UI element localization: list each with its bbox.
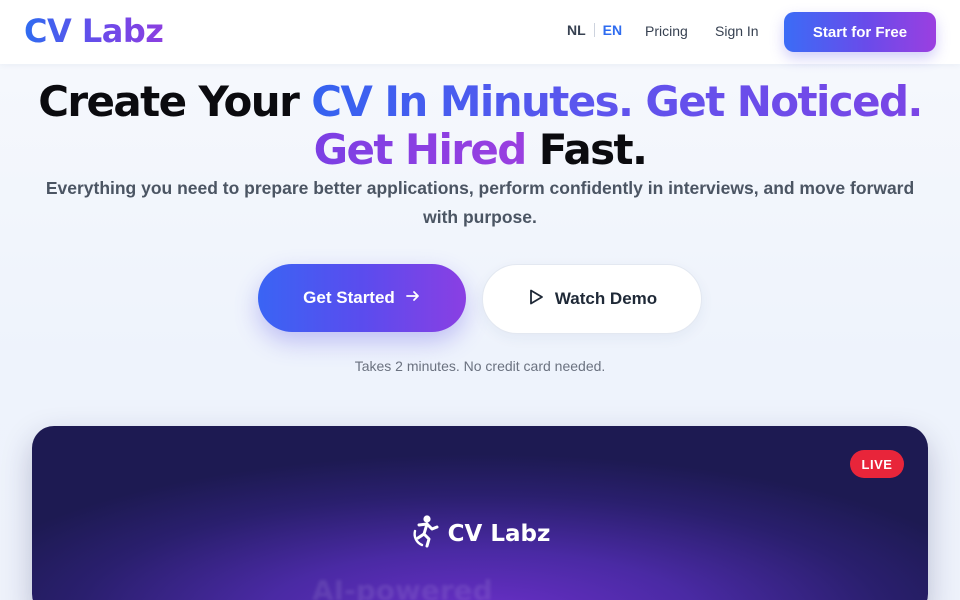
- sign-in-link[interactable]: Sign In: [715, 23, 759, 39]
- runner-logo-icon: [410, 514, 442, 554]
- top-navbar: CV Labz NL EN Pricing Sign In Start for …: [0, 0, 960, 64]
- hero-title-plain-2: Fast.: [525, 125, 648, 174]
- demo-video-panel[interactable]: LIVE CV Labz AI-powered: [32, 426, 928, 600]
- hero-note: Takes 2 minutes. No credit card needed.: [354, 358, 606, 374]
- hero-title-highlight-2: Get Hired: [313, 125, 528, 174]
- demo-logo-text: CV Labz: [447, 521, 551, 547]
- get-started-label: Get Started: [303, 288, 395, 307]
- get-started-button[interactable]: Get Started: [258, 264, 466, 332]
- lang-nl-link[interactable]: NL: [567, 22, 586, 38]
- lang-divider: [593, 23, 595, 37]
- lang-en-link[interactable]: EN: [603, 22, 622, 38]
- watch-demo-button[interactable]: Watch Demo: [482, 264, 702, 334]
- brand-logo[interactable]: CV Labz: [24, 12, 164, 50]
- hero-title-line-1: Create Your CV In Minutes. Get Noticed.: [0, 78, 960, 126]
- arrow-right-icon: [405, 288, 421, 309]
- play-icon: [527, 288, 545, 311]
- hero-title-line-2: Get Hired Fast.: [0, 126, 960, 174]
- watch-demo-label: Watch Demo: [554, 289, 658, 308]
- start-for-free-button[interactable]: Start for Free: [784, 12, 936, 52]
- demo-brand-logo: CV Labz: [32, 514, 928, 554]
- language-switcher: NL EN: [567, 22, 622, 38]
- hero-subtitle: Everything you need to prepare better ap…: [45, 178, 915, 227]
- demo-faded-heading: AI-powered: [312, 574, 493, 600]
- hero-title-highlight: CV In Minutes. Get Noticed.: [311, 77, 923, 126]
- pricing-link[interactable]: Pricing: [645, 23, 688, 39]
- hero-title-plain: Create Your: [38, 77, 312, 126]
- live-badge: LIVE: [850, 450, 904, 478]
